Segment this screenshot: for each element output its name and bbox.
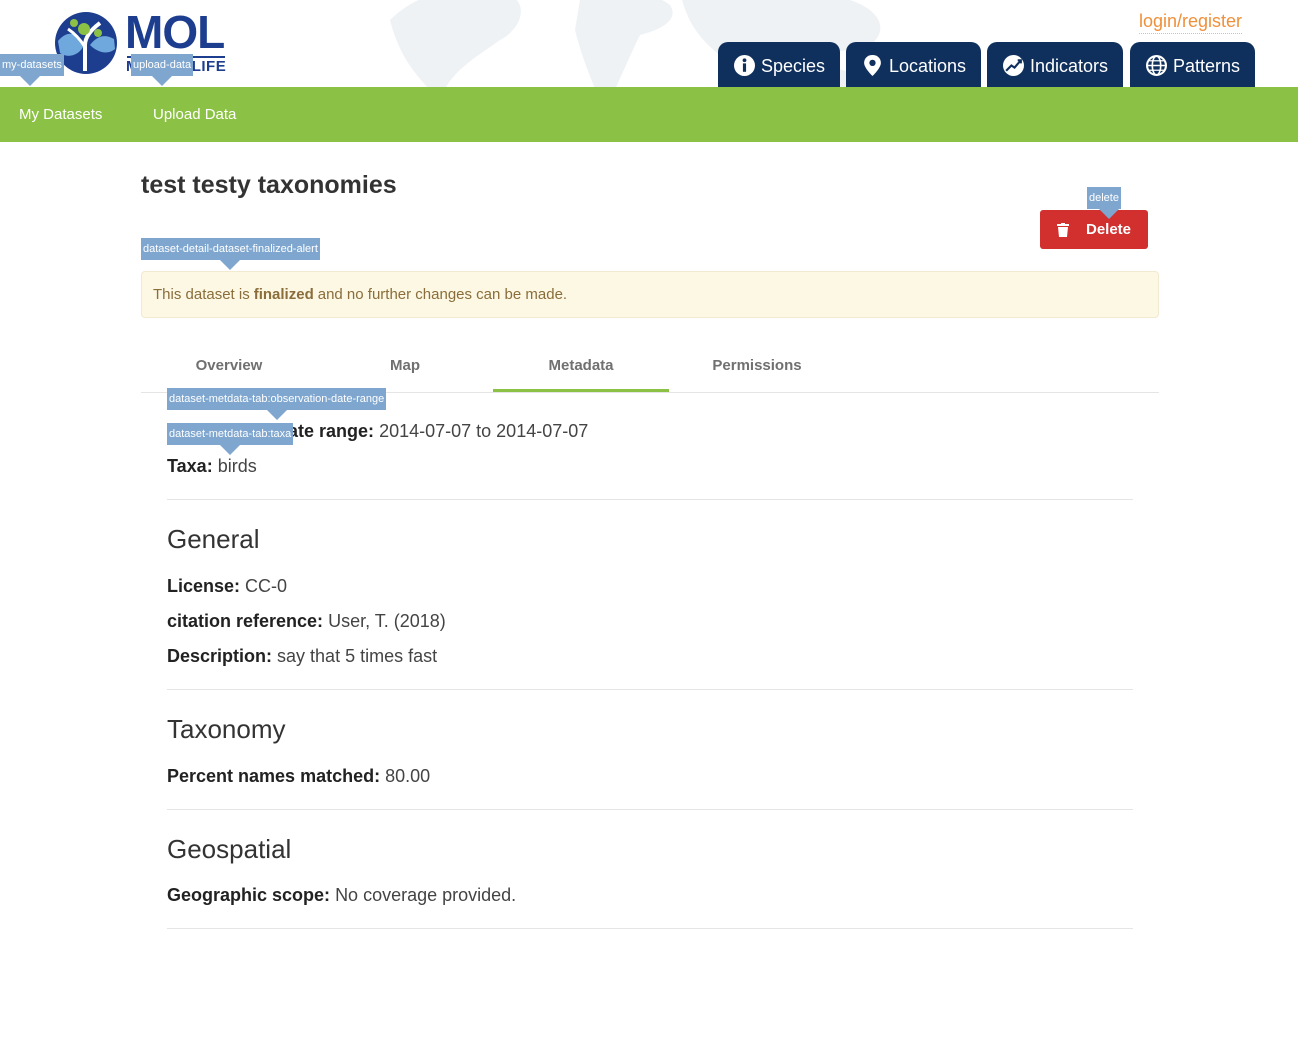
- description-value: say that 5 times fast: [277, 646, 438, 666]
- tooltip-finalized-alert: dataset-detail-dataset-finalized-alert: [141, 238, 320, 270]
- citation-label: citation reference:: [167, 611, 324, 631]
- taxa-value: birds: [217, 456, 257, 476]
- alert-emphasis: finalized: [253, 286, 314, 303]
- tooltip-taxa: dataset-metdata-tab:taxa: [167, 423, 294, 455]
- finalized-alert: This dataset is finalized and no further…: [141, 271, 1159, 318]
- login-register-link[interactable]: login/register: [1139, 11, 1243, 34]
- info-icon: [734, 55, 755, 76]
- trash-icon: [1057, 222, 1069, 237]
- tooltip-delete: delete: [1087, 187, 1121, 219]
- general-heading: General: [167, 524, 260, 554]
- tooltip-observation-date-range: dataset-metdata-tab:observation-date-ran…: [167, 388, 387, 420]
- license-field: License: CC-0: [167, 575, 287, 597]
- percent-names-matched-field: Percent names matched: 80.00: [167, 765, 430, 787]
- nav-tab-indicators[interactable]: Indicators: [987, 42, 1123, 87]
- description-field: Description: say that 5 times fast: [167, 645, 437, 667]
- tab-permissions[interactable]: Permissions: [669, 345, 845, 392]
- delete-button[interactable]: Delete: [1040, 210, 1148, 249]
- tab-map[interactable]: Map: [317, 345, 493, 392]
- percent-names-matched-value: 80.00: [385, 766, 431, 786]
- section-divider: [167, 928, 1133, 929]
- geographic-scope-value: No coverage provided.: [335, 885, 517, 905]
- upload-data-link[interactable]: Upload Data: [153, 106, 236, 123]
- logo-title: MOL: [125, 6, 225, 58]
- my-datasets-link[interactable]: My Datasets: [19, 106, 102, 123]
- taxa-label: Taxa:: [167, 456, 213, 476]
- dataset-tabs: Overview Map Metadata Permissions: [141, 345, 1159, 393]
- citation-value: User, T. (2018): [328, 611, 446, 631]
- alert-prefix: This dataset is: [153, 286, 250, 303]
- geographic-scope-label: Geographic scope:: [167, 885, 331, 905]
- delete-button-label: Delete: [1086, 221, 1132, 238]
- tab-metadata[interactable]: Metadata: [493, 345, 669, 392]
- nav-tab-patterns[interactable]: Patterns: [1130, 42, 1255, 87]
- map-pin-icon: [864, 55, 881, 76]
- percent-names-matched-label: Percent names matched:: [167, 766, 381, 786]
- trend-chart-icon: [1003, 55, 1024, 76]
- section-divider: [167, 499, 1133, 500]
- site-header: MOL MAP OF LIFE login/register Species L…: [0, 0, 1298, 87]
- section-divider: [167, 689, 1133, 690]
- nav-tab-label: Species: [761, 55, 826, 76]
- globe-grid-icon: [1146, 55, 1167, 76]
- nav-tab-locations[interactable]: Locations: [846, 42, 981, 87]
- section-divider: [167, 809, 1133, 810]
- tooltip-my-datasets: my-datasets: [0, 54, 64, 86]
- nav-tab-species[interactable]: Species: [718, 42, 840, 87]
- license-value: CC-0: [245, 576, 288, 596]
- nav-tab-label: Patterns: [1173, 55, 1241, 76]
- tab-overview[interactable]: Overview: [141, 345, 317, 392]
- dataset-title: test testy taxonomies: [141, 171, 397, 199]
- geospatial-heading: Geospatial: [167, 834, 292, 864]
- nav-tab-label: Indicators: [1030, 55, 1109, 76]
- observation-date-range-value: 2014-07-07 to 2014-07-07: [379, 421, 589, 441]
- geographic-scope-field: Geographic scope: No coverage provided.: [167, 884, 516, 906]
- sub-navigation: My Datasets Upload Data: [0, 87, 1298, 142]
- citation-field: citation reference: User, T. (2018): [167, 610, 446, 632]
- alert-suffix: and no further changes can be made.: [317, 286, 568, 303]
- license-label: License:: [167, 576, 241, 596]
- taxonomy-heading: Taxonomy: [167, 714, 286, 744]
- description-label: Description:: [167, 646, 273, 666]
- nav-tab-label: Locations: [889, 55, 967, 76]
- tooltip-upload-data: upload-data: [131, 54, 194, 86]
- taxa-field: Taxa: birds: [167, 455, 257, 477]
